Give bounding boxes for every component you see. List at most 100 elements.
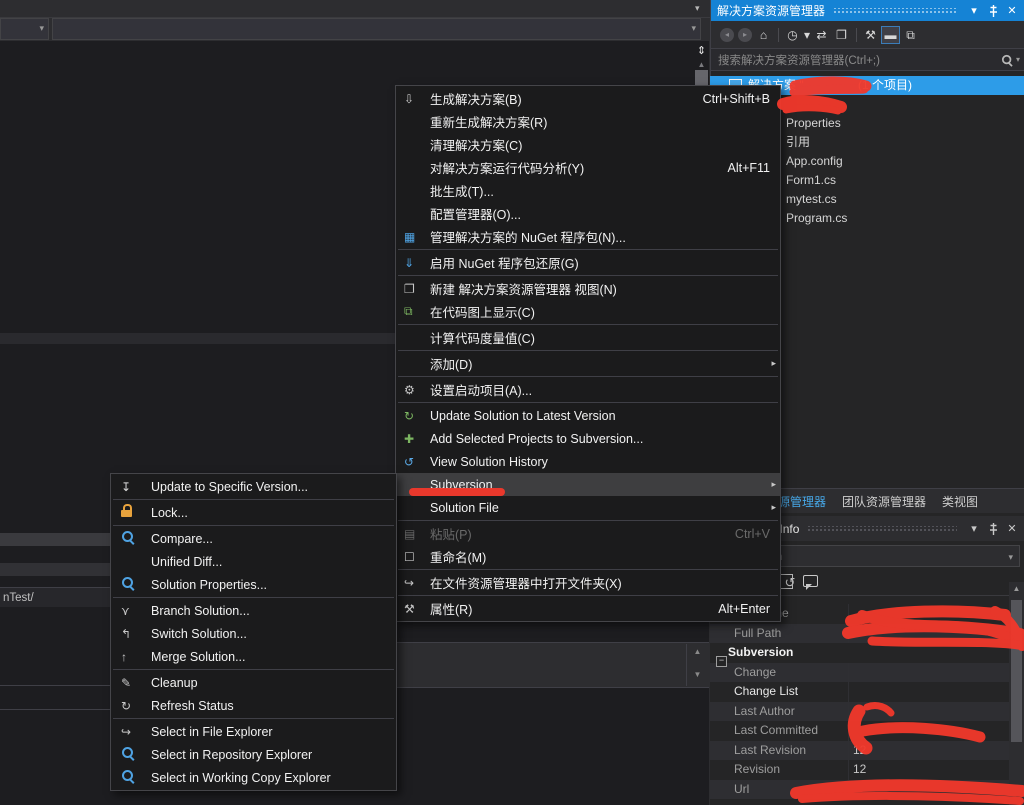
refresh-icon[interactable]: ⇄ [812, 26, 831, 44]
menu-open-folder-in-file-explorer[interactable]: ↪在文件资源管理器中打开文件夹(X) [396, 571, 780, 594]
svn-merge-solution[interactable]: ↑Merge Solution... [111, 645, 396, 668]
forward-button[interactable]: ▸ [738, 28, 752, 42]
background-scrollbar[interactable]: ▲ ▼ [686, 644, 708, 686]
search-icon[interactable] [1001, 54, 1014, 66]
toolbar-combo-wide[interactable]: ▾ [52, 18, 701, 40]
menu-configuration-manager[interactable]: 配置管理器(O)... [396, 202, 780, 225]
collapse-all-icon[interactable]: ❐ [832, 26, 851, 44]
prop-full-path[interactable]: Full Path [710, 624, 1009, 644]
svn-cleanup[interactable]: ✎Cleanup [111, 671, 396, 694]
menu-properties[interactable]: ⚒属性(R)Alt+Enter [396, 597, 780, 620]
menu-rebuild-solution[interactable]: 重新生成解决方案(R) [396, 110, 780, 133]
menu-solution-file[interactable]: Solution File▸ [396, 496, 780, 519]
submenu-arrow-icon: ▸ [764, 358, 776, 369]
menu-update-solution-latest[interactable]: ↻Update Solution to Latest Version [396, 404, 780, 427]
menu-view-solution-history[interactable]: ↺View Solution History [396, 450, 780, 473]
prop-url[interactable]: Url [710, 780, 1009, 800]
solution-context-menu: ⇩生成解决方案(B)Ctrl+Shift+B重新生成解决方案(R)清理解决方案(… [395, 85, 781, 622]
prop-change-list[interactable]: Change List [710, 682, 1009, 702]
file-explorer-icon: ↪ [119, 725, 151, 739]
svn-select-in-working-copy-explorer[interactable]: Select in Working Copy Explorer [111, 766, 396, 789]
svn-switch-solution[interactable]: ↰Switch Solution... [111, 622, 396, 645]
search-options-icon[interactable]: ▾ [1016, 55, 1020, 64]
toolbar-overflow-icon[interactable]: ▾ [695, 3, 700, 14]
group-collapse-icon[interactable]: − [716, 656, 727, 667]
menu-build-solution[interactable]: ⇩生成解决方案(B)Ctrl+Shift+B [396, 87, 780, 110]
close-icon[interactable]: ✕ [1004, 522, 1020, 535]
property-value [848, 721, 1009, 741]
prop-change[interactable]: Change [710, 663, 1009, 683]
scrollbar-up-icon[interactable]: ▲ [1009, 584, 1024, 593]
prop-revision[interactable]: Revision12 [710, 760, 1009, 780]
editor-scrollbar-thumb[interactable] [695, 70, 708, 86]
comment-icon[interactable] [800, 575, 820, 590]
filter-dropdown-icon[interactable]: ▾ [803, 26, 811, 44]
tab-class-view[interactable]: 类视图 [942, 493, 978, 510]
menu-item-label: 批生成(T)... [430, 181, 494, 200]
menu-run-code-analysis[interactable]: 对解决方案运行代码分析(Y)Alt+F11 [396, 156, 780, 179]
menu-separator [396, 594, 780, 597]
svn-compare[interactable]: Compare... [111, 527, 396, 550]
svn-lock[interactable]: Lock... [111, 501, 396, 524]
scrollbar-up-icon[interactable]: ▲ [687, 647, 708, 656]
property-value [848, 682, 1009, 702]
menu-calculate-code-metrics[interactable]: 计算代码度量值(C) [396, 326, 780, 349]
menu-batch-build[interactable]: 批生成(T)... [396, 179, 780, 202]
window-position-icon[interactable]: ▾ [966, 522, 982, 535]
pending-changes-filter-icon[interactable]: ◷ [783, 26, 802, 44]
svn-solution-properties[interactable]: Solution Properties... [111, 573, 396, 596]
background-panel-band: ▲ ▼ [397, 642, 709, 688]
update-latest-icon: ↻ [404, 409, 430, 423]
prop-last-revision[interactable]: Last Revision12 [710, 741, 1009, 761]
menu-add-projects-to-subversion[interactable]: ✚Add Selected Projects to Subversion... [396, 427, 780, 450]
svn-update-to-specific-version[interactable]: ↧Update to Specific Version... [111, 475, 396, 498]
svn-refresh-status[interactable]: ↻Refresh Status [111, 694, 396, 717]
prop-last-committed[interactable]: Last Committed [710, 721, 1009, 741]
add-to-svn-icon: ✚ [404, 432, 430, 446]
menu-enable-nuget-restore[interactable]: ⇓启用 NuGet 程序包还原(G) [396, 251, 780, 274]
editor-split-handle-icon[interactable]: ⇕ [694, 43, 709, 59]
editor-scrollbar-up-icon[interactable]: ▲ [695, 60, 708, 69]
menu-new-solution-explorer-view[interactable]: ❐新建 解决方案资源管理器 视图(N) [396, 277, 780, 300]
menu-item-label: Select in File Explorer [151, 725, 273, 739]
svn-branch-solution[interactable]: ⋎Branch Solution... [111, 599, 396, 622]
sync-with-active-document-icon[interactable]: ⧉ [901, 26, 920, 44]
menu-set-startup-project[interactable]: ⚙设置启动项目(A)... [396, 378, 780, 401]
solution-explorer-titlebar[interactable]: 解决方案资源管理器 ▾ ✕ [711, 0, 1024, 21]
property-value [848, 663, 1009, 683]
menu-manage-nuget[interactable]: ▦管理解决方案的 NuGet 程序包(N)... [396, 225, 780, 248]
menu-paste[interactable]: ▤粘贴(P)Ctrl+V [396, 522, 780, 545]
partially-hidden-toolbar-icon[interactable] [780, 574, 793, 589]
menu-rename[interactable]: ☐重命名(M) [396, 545, 780, 568]
properties-wrench-icon[interactable]: ⚒ [861, 26, 880, 44]
svn-unified-diff[interactable]: Unified Diff... [111, 550, 396, 573]
property-value [848, 702, 1009, 722]
menu-add[interactable]: 添加(D)▸ [396, 352, 780, 375]
merge-icon: ↑ [119, 650, 151, 664]
svn-select-in-repository-explorer[interactable]: Select in Repository Explorer [111, 743, 396, 766]
menu-separator [396, 323, 780, 326]
close-icon[interactable]: ✕ [1004, 4, 1020, 17]
prop-last-author[interactable]: Last Author [710, 702, 1009, 722]
toolbar-combo-small[interactable]: ▾ [0, 18, 49, 40]
menu-clean-solution[interactable]: 清理解决方案(C) [396, 133, 780, 156]
chevron-down-icon: ▾ [691, 23, 696, 34]
window-position-icon[interactable]: ▾ [966, 4, 982, 17]
property-grid-scrollbar[interactable]: ▲ [1009, 582, 1024, 805]
pin-icon[interactable] [985, 522, 1001, 534]
scrollbar-down-icon[interactable]: ▼ [687, 670, 708, 679]
menu-item-label: 配置管理器(O)... [430, 204, 521, 223]
solution-explorer-search[interactable]: 搜索解决方案资源管理器(Ctrl+;) ▾ [711, 48, 1024, 71]
scrollbar-thumb[interactable] [1011, 600, 1022, 742]
pin-icon[interactable] [985, 4, 1001, 16]
menu-separator [396, 349, 780, 352]
menu-subversion[interactable]: Subversion▸ [396, 473, 780, 496]
tab-team-explorer[interactable]: 团队资源管理器 [842, 493, 926, 510]
home-icon[interactable]: ⌂ [754, 26, 773, 44]
build-icon: ⇩ [404, 92, 430, 106]
svn-select-in-file-explorer[interactable]: ↪Select in File Explorer [111, 720, 396, 743]
back-button[interactable]: ◂ [720, 28, 734, 42]
menu-show-on-code-map[interactable]: ⧉在代码图上显示(C) [396, 300, 780, 323]
show-all-files-toggle[interactable]: ▬ [881, 26, 900, 44]
prop-subversion-group[interactable]: Subversion [710, 643, 1009, 663]
